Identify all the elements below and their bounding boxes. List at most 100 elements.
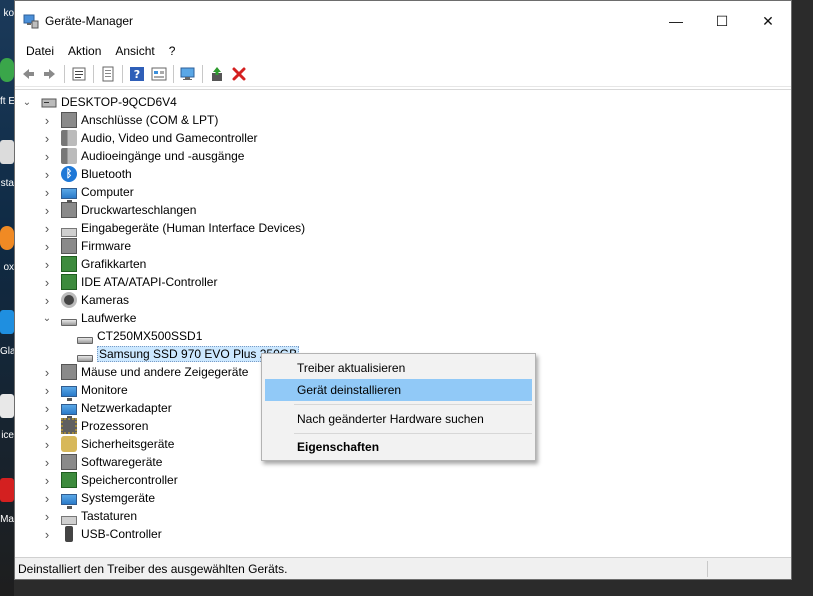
software-device-icon: [61, 454, 77, 470]
expand-chevron-icon[interactable]: ›: [41, 509, 53, 524]
scan-hardware-icon: [180, 67, 195, 80]
tree-category-label: Systemgeräte: [81, 491, 156, 505]
expand-chevron-icon[interactable]: ›: [41, 293, 53, 308]
expand-chevron-icon[interactable]: ›: [41, 257, 53, 272]
tree-category[interactable]: › Eingabegeräte (Human Interface Devices): [41, 219, 305, 237]
scan-hardware-button[interactable]: [177, 63, 199, 85]
menu-help[interactable]: ?: [162, 41, 183, 61]
expand-chevron-icon[interactable]: ›: [41, 149, 53, 164]
properties-list-button[interactable]: [68, 63, 90, 85]
expand-chevron-icon[interactable]: ›: [41, 491, 53, 506]
tree-category-label: Prozessoren: [81, 419, 149, 433]
help-button[interactable]: ?: [126, 63, 148, 85]
desktop-app-icon[interactable]: [0, 140, 14, 164]
tree-category-label: Audioeingänge und -ausgänge: [81, 149, 245, 163]
tree-root[interactable]: ⌄ DESKTOP-9QCD6V4: [21, 93, 177, 111]
collapse-chevron-icon[interactable]: ⌄: [41, 313, 53, 324]
expand-chevron-icon[interactable]: ›: [41, 239, 53, 254]
tree-category-label: Laufwerke: [81, 311, 137, 325]
uninstall-device-button[interactable]: [228, 63, 250, 85]
menu-uninstall-device[interactable]: Gerät deinstallieren: [265, 379, 532, 401]
view-button[interactable]: [148, 63, 170, 85]
expand-chevron-icon[interactable]: ›: [41, 455, 53, 470]
close-button[interactable]: ✕: [745, 1, 791, 41]
expand-chevron-icon[interactable]: ›: [41, 221, 53, 236]
menu-update-driver[interactable]: Treiber aktualisieren: [265, 357, 532, 379]
collapse-chevron-icon[interactable]: ⌄: [21, 97, 33, 108]
tree-category[interactable]: › Systemgeräte: [41, 489, 156, 509]
menu-datei[interactable]: Datei: [19, 41, 61, 61]
menu-separator: [294, 404, 532, 405]
tree-category[interactable]: › Anschlüsse (COM & LPT): [41, 111, 218, 129]
tree-category[interactable]: › Audioeingänge und -ausgänge: [41, 147, 244, 165]
toolbar-separator: [173, 64, 174, 83]
expand-chevron-icon[interactable]: ›: [41, 275, 53, 290]
tree-category-label: Anschlüsse (COM & LPT): [81, 113, 219, 127]
system-device-icon: [61, 493, 77, 509]
expand-chevron-icon[interactable]: ›: [41, 401, 53, 416]
usb-icon: [65, 526, 73, 542]
expand-chevron-icon[interactable]: ›: [41, 473, 53, 488]
expand-chevron-icon[interactable]: ›: [41, 419, 53, 434]
tree-category[interactable]: › Sicherheitsgeräte: [41, 435, 174, 453]
uninstall-x-icon: [232, 67, 246, 80]
tree-category[interactable]: › Speichercontroller: [41, 471, 178, 489]
menu-bar: Datei Aktion Ansicht ?: [15, 41, 791, 61]
title-bar[interactable]: Geräte-Manager — ☐ ✕: [15, 1, 791, 41]
expand-chevron-icon[interactable]: ›: [41, 365, 53, 380]
expand-chevron-icon[interactable]: ›: [41, 113, 53, 128]
tree-category[interactable]: › Computer: [41, 183, 134, 203]
expand-chevron-icon[interactable]: ›: [41, 167, 53, 182]
tree-category[interactable]: › IDE ATA/ATAPI-Controller: [41, 273, 217, 291]
minimize-button[interactable]: —: [653, 1, 699, 41]
tree-category[interactable]: › Prozessoren: [41, 417, 148, 435]
forward-button[interactable]: [39, 63, 61, 85]
page-icon: [102, 66, 114, 81]
drive-label: CT250MX500SSD1: [97, 329, 203, 343]
expand-chevron-icon[interactable]: ›: [41, 131, 53, 146]
tree-category[interactable]: › Mäuse und andere Zeigegeräte: [41, 363, 248, 381]
desktop-app-icon[interactable]: [0, 310, 14, 334]
enable-driver-button[interactable]: [206, 63, 228, 85]
menu-aktion[interactable]: Aktion: [61, 41, 108, 61]
tree-category[interactable]: › Druckwarteschlangen: [41, 201, 196, 219]
desktop-label: ox: [3, 262, 14, 273]
desktop-label: sta: [0, 178, 14, 189]
desktop-firefox-icon[interactable]: [0, 226, 14, 250]
maximize-button[interactable]: ☐: [699, 1, 745, 41]
tree-category[interactable]: › ᛒ Bluetooth: [41, 165, 132, 183]
tree-category-label: Eingabegeräte (Human Interface Devices): [81, 221, 306, 235]
monitor-icon: [61, 187, 77, 203]
device-tree[interactable]: ⌄ DESKTOP-9QCD6V4 › Anschlüsse (COM & LPT…: [15, 89, 791, 553]
expand-chevron-icon[interactable]: ›: [41, 203, 53, 218]
desktop-app-icon[interactable]: [0, 58, 14, 82]
tree-category-label: Speichercontroller: [81, 473, 178, 487]
expand-chevron-icon[interactable]: ›: [41, 383, 53, 398]
tree-category[interactable]: › Grafikkarten: [41, 255, 146, 273]
page-button[interactable]: [97, 63, 119, 85]
menu-scan-hardware[interactable]: Nach geänderter Hardware suchen: [265, 408, 532, 430]
tree-category[interactable]: › Audio, Video und Gamecontroller: [41, 129, 258, 147]
drive-item-ct250[interactable]: CT250MX500SSD1: [77, 327, 202, 345]
menu-separator: [294, 433, 532, 434]
menu-properties[interactable]: Eigenschaften: [265, 436, 532, 458]
expand-chevron-icon[interactable]: ›: [41, 185, 53, 200]
desktop-app-icon[interactable]: [0, 394, 14, 418]
tree-category[interactable]: › USB-Controller: [41, 525, 162, 543]
expand-chevron-icon[interactable]: ›: [41, 437, 53, 452]
desktop-app-icon[interactable]: [0, 478, 14, 502]
back-button[interactable]: [17, 63, 39, 85]
tree-category[interactable]: ⌄ Laufwerke: [41, 309, 136, 327]
speaker-icon: [61, 130, 77, 146]
tree-category[interactable]: › Softwaregeräte: [41, 453, 162, 471]
tree-category[interactable]: › Tastaturen: [41, 507, 137, 525]
tree-category[interactable]: › Monitore: [41, 381, 128, 401]
expand-chevron-icon[interactable]: ›: [41, 527, 53, 542]
port-icon: [61, 112, 77, 128]
menu-ansicht[interactable]: Ansicht: [108, 41, 161, 61]
maximize-icon: ☐: [715, 12, 729, 29]
tree-category[interactable]: › Netzwerkadapter: [41, 399, 172, 419]
enable-driver-icon: [212, 66, 222, 81]
tree-category[interactable]: › Firmware: [41, 237, 131, 255]
tree-category[interactable]: › Kameras: [41, 291, 129, 309]
